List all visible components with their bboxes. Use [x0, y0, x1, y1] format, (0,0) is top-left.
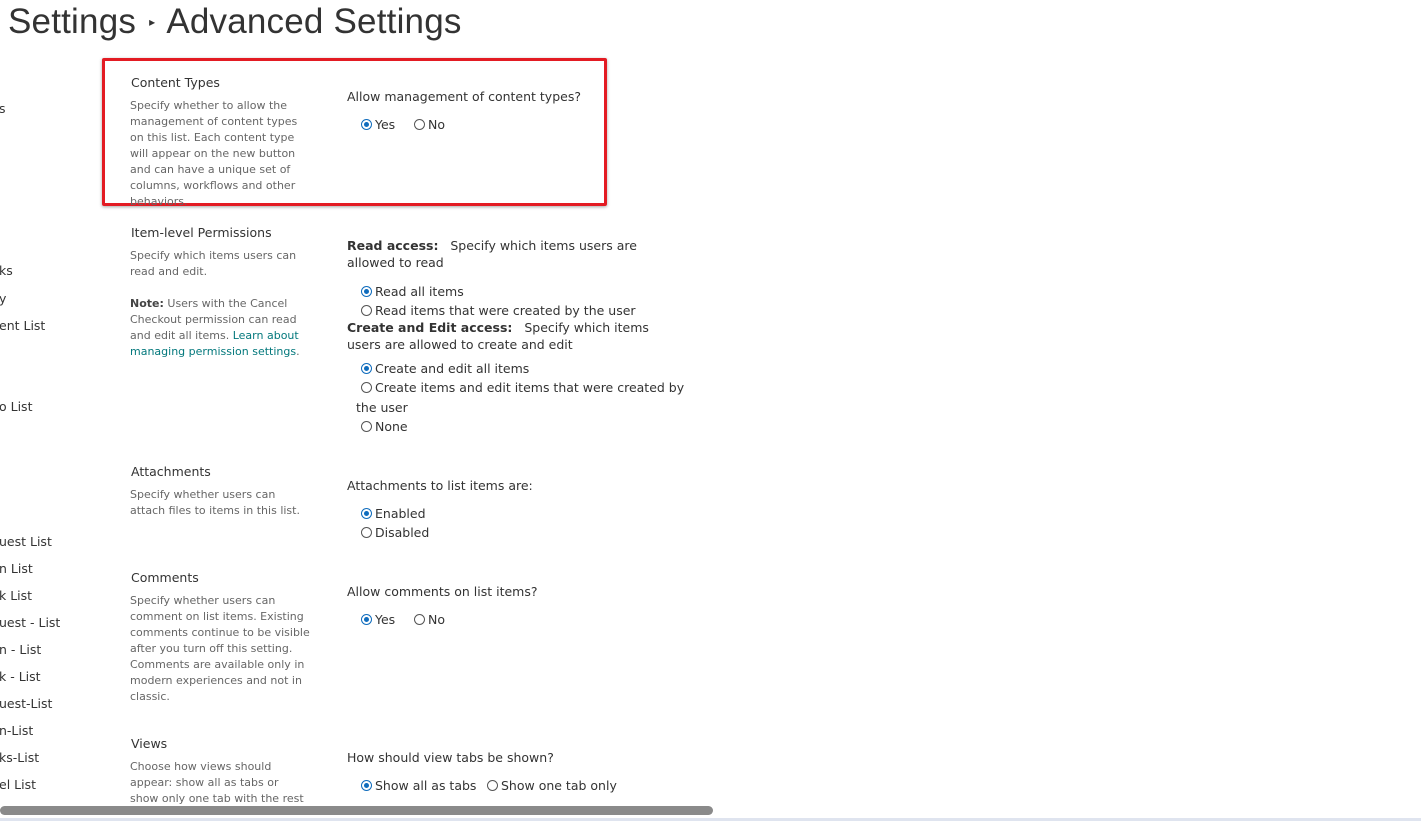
option-label: Read items that were created by the user — [375, 303, 636, 318]
edit-none-option[interactable]: None — [361, 419, 408, 434]
radio-selected-icon[interactable] — [361, 119, 372, 130]
read-access-question: Read access: Specify which items users a… — [347, 237, 672, 271]
nav-item[interactable]: uest - List — [0, 615, 60, 630]
nav-item[interactable]: n-List — [0, 723, 33, 738]
option-label: Yes — [375, 117, 396, 132]
nav-item[interactable]: el List — [0, 777, 36, 792]
option-label: Show all as tabs — [375, 778, 477, 793]
edit-access-label: Create and Edit access: — [347, 320, 513, 335]
radio-selected-icon[interactable] — [361, 286, 372, 297]
radio-icon[interactable] — [414, 119, 425, 130]
radio-selected-icon[interactable] — [361, 508, 372, 519]
create-edit-own-option[interactable]: Create items and edit items that were cr… — [361, 380, 684, 395]
nav-item[interactable]: k List — [0, 588, 32, 603]
note-end: . — [296, 345, 300, 358]
comments-yes-option[interactable]: Yes — [361, 612, 395, 627]
option-label: Create and edit all items — [375, 361, 530, 376]
radio-selected-icon[interactable] — [361, 363, 372, 374]
views-description: Choose how views should appear: show all… — [130, 760, 304, 804]
read-all-items-option[interactable]: Read all items — [361, 284, 464, 299]
edit-access-question: Create and Edit access: Specify which it… — [347, 319, 672, 353]
radio-icon[interactable] — [361, 305, 372, 316]
create-edit-own-option-wrap: the user — [356, 400, 408, 415]
nav-item[interactable]: s — [0, 101, 6, 116]
breadcrumb-separator-icon: ▸ — [149, 14, 156, 29]
content-types-title: Content Types — [131, 75, 220, 90]
content-types-no-option[interactable]: No — [414, 117, 445, 132]
left-navigation: s ks y ent List o List uest List n List … — [0, 0, 80, 800]
content-types-yes-option[interactable]: Yes — [361, 117, 395, 132]
nav-item[interactable]: ent List — [0, 318, 45, 333]
comments-description: Specify whether users can comment on lis… — [130, 594, 310, 703]
create-edit-all-option[interactable]: Create and edit all items — [361, 361, 529, 376]
attachments-disabled-option[interactable]: Disabled — [361, 525, 429, 540]
read-access-label: Read access: — [347, 238, 439, 253]
radio-icon[interactable] — [361, 421, 372, 432]
option-label: No — [428, 117, 445, 132]
views-title: Views — [131, 736, 168, 751]
option-label: Disabled — [375, 525, 430, 540]
note-label: Note: — [130, 297, 164, 310]
nav-item[interactable]: ks — [0, 263, 13, 278]
radio-selected-icon[interactable] — [361, 614, 372, 625]
option-label: Show one tab only — [501, 778, 617, 793]
item-permissions-description: Specify which items users can read and e… — [130, 249, 297, 278]
nav-item[interactable]: ks-List — [0, 750, 39, 765]
nav-item[interactable]: n List — [0, 561, 33, 576]
views-show-one-option[interactable]: Show one tab only — [487, 778, 617, 793]
option-label: Create items and edit items that were cr… — [375, 380, 685, 395]
content-types-description: Specify whether to allow the management … — [130, 99, 298, 208]
radio-icon[interactable] — [361, 382, 372, 393]
option-label: No — [428, 612, 445, 627]
read-own-items-option[interactable]: Read items that were created by the user — [361, 303, 636, 318]
attachments-question: Attachments to list items are: — [347, 478, 533, 493]
item-permissions-title: Item-level Permissions — [131, 225, 272, 240]
option-label: Yes — [375, 612, 396, 627]
attachments-title: Attachments — [131, 464, 211, 479]
attachments-description: Specify whether users can attach files t… — [130, 488, 300, 517]
item-permissions-note: Note: Users with the Cancel Checkout per… — [130, 296, 310, 360]
nav-item[interactable]: y — [0, 291, 6, 306]
views-question: How should view tabs be shown? — [347, 750, 554, 765]
radio-selected-icon[interactable] — [361, 780, 372, 791]
radio-icon[interactable] — [487, 780, 498, 791]
comments-no-option[interactable]: No — [414, 612, 445, 627]
attachments-enabled-option[interactable]: Enabled — [361, 506, 426, 521]
nav-item[interactable]: uest-List — [0, 696, 52, 711]
option-label: Read all items — [375, 284, 464, 299]
nav-item[interactable]: k - List — [0, 669, 41, 684]
comments-question: Allow comments on list items? — [347, 584, 538, 599]
breadcrumb-current: Advanced Settings — [166, 2, 462, 41]
content-types-question: Allow management of content types? — [347, 89, 581, 104]
horizontal-scrollbar-thumb[interactable] — [0, 806, 713, 815]
views-show-all-option[interactable]: Show all as tabs — [361, 778, 476, 793]
nav-item[interactable]: o List — [0, 399, 32, 414]
comments-title: Comments — [131, 570, 199, 585]
radio-icon[interactable] — [414, 614, 425, 625]
nav-item[interactable]: n - List — [0, 642, 41, 657]
option-label: Enabled — [375, 506, 426, 521]
nav-item[interactable]: uest List — [0, 534, 52, 549]
radio-icon[interactable] — [361, 527, 372, 538]
option-label: None — [375, 419, 408, 434]
